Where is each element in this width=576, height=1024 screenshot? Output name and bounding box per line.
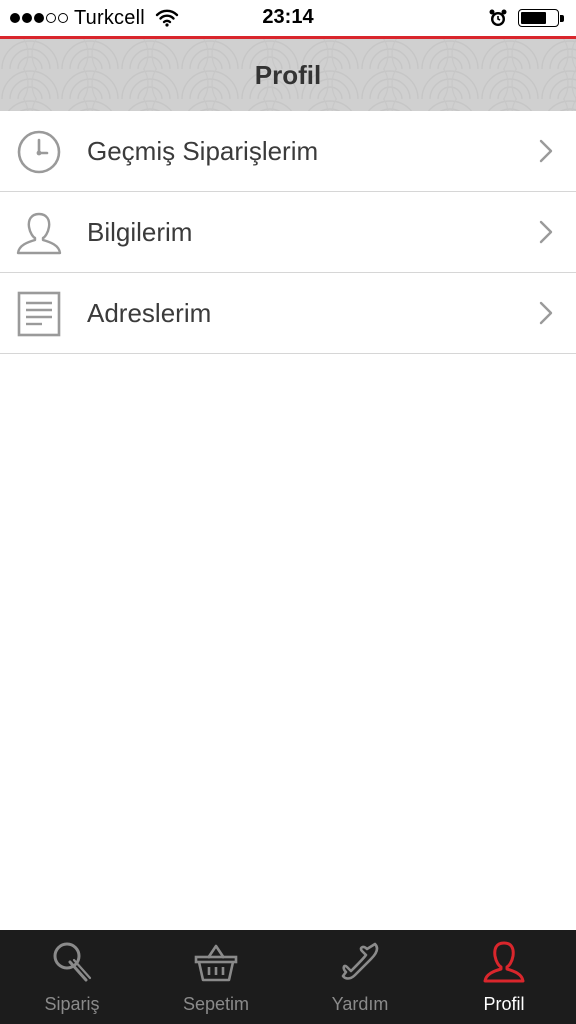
pizza-cutter-icon	[53, 942, 92, 982]
user-icon	[16, 212, 62, 255]
tab-label: Profil	[483, 994, 525, 1014]
menu-item-label: Adreslerim	[87, 298, 212, 328]
chevron-right-icon	[539, 139, 553, 163]
tab-bar: Sipariş Sepetim Yardım Profil	[0, 930, 576, 1024]
tab-profile[interactable]: Profil	[432, 930, 576, 1024]
basket-icon	[194, 944, 238, 982]
menu-item-addresses[interactable]: Adreslerim	[0, 273, 576, 354]
alarm-icon	[489, 9, 507, 26]
phone-icon	[341, 942, 379, 980]
user-icon	[483, 941, 525, 983]
clock-icon	[17, 130, 61, 174]
tab-label: Yardım	[331, 994, 389, 1014]
menu-item-label: Bilgilerim	[87, 217, 193, 247]
profile-menu: Geçmiş Siparişlerim Bilgilerim Adresleri…	[0, 111, 576, 354]
document-icon	[17, 291, 61, 337]
menu-item-my-info[interactable]: Bilgilerim	[0, 192, 576, 273]
tab-basket[interactable]: Sepetim	[144, 930, 288, 1024]
battery-icon	[518, 8, 564, 28]
tab-label: Sepetim	[182, 994, 250, 1014]
menu-item-label: Geçmiş Siparişlerim	[87, 136, 319, 166]
page-title: Profil	[254, 60, 322, 90]
tab-order[interactable]: Sipariş	[0, 930, 144, 1024]
chevron-right-icon	[539, 220, 553, 244]
tab-label: Sipariş	[44, 994, 100, 1014]
chevron-right-icon	[539, 301, 553, 325]
status-bar: Turkcell 23:14	[0, 0, 576, 36]
menu-item-order-history[interactable]: Geçmiş Siparişlerim	[0, 111, 576, 192]
navigation-bar: Profil	[0, 39, 576, 111]
status-right	[488, 8, 564, 28]
tab-help[interactable]: Yardım	[288, 930, 432, 1024]
